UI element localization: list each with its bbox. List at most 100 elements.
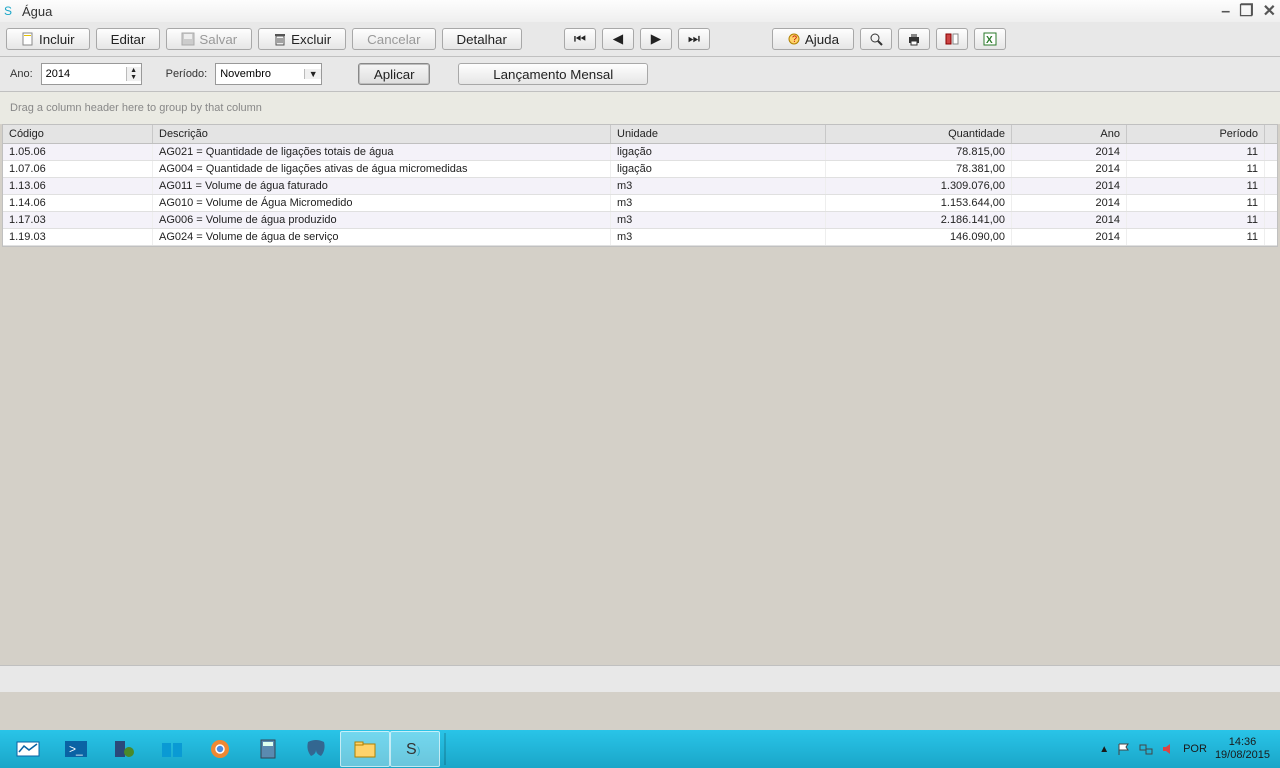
col-header-quantidade[interactable]: Quantidade [826, 125, 1012, 143]
help-icon: ? [787, 32, 801, 46]
nav-prev-button[interactable]: ◀ [602, 28, 634, 50]
tray-date: 19/08/2015 [1215, 749, 1270, 762]
svg-text:S: S [4, 4, 12, 18]
svg-text:X: X [986, 35, 993, 46]
aplicar-label: Aplicar [374, 67, 415, 82]
maximize-icon[interactable]: ❐ [1239, 3, 1253, 20]
periodo-label: Período: [166, 68, 208, 80]
taskbar-server-manager[interactable] [100, 732, 148, 766]
col-header-ano[interactable]: Ano [1012, 125, 1127, 143]
nav-next-button[interactable]: ▶ [640, 28, 672, 50]
taskbar-chrome[interactable] [196, 732, 244, 766]
step-up-icon[interactable]: ▲ [127, 67, 141, 74]
cell-periodo: 11 [1127, 229, 1265, 245]
next-icon: ▶ [651, 31, 661, 47]
ajuda-button[interactable]: ? Ajuda [772, 28, 854, 50]
cell-codigo: 1.07.06 [3, 161, 153, 177]
cell-periodo: 11 [1127, 161, 1265, 177]
dropdown-icon[interactable]: ▼ [304, 69, 321, 79]
cell-ano: 2014 [1012, 195, 1127, 211]
tray-flag-icon[interactable] [1117, 742, 1131, 756]
incluir-label: Incluir [39, 32, 75, 47]
table-row[interactable]: 1.17.03AG006 = Volume de água produzidom… [3, 212, 1277, 229]
lancamento-label: Lançamento Mensal [493, 67, 613, 82]
editar-button[interactable]: Editar [96, 28, 161, 50]
export-excel-button[interactable]: X [974, 28, 1006, 50]
periodo-input[interactable] [216, 65, 304, 83]
taskbar-powershell[interactable]: >_ [52, 732, 100, 766]
cell-ano: 2014 [1012, 144, 1127, 160]
cancelar-button[interactable]: Cancelar [352, 28, 435, 50]
detalhar-label: Detalhar [457, 32, 507, 47]
aplicar-button[interactable]: Aplicar [358, 63, 430, 85]
cell-codigo: 1.05.06 [3, 144, 153, 160]
grid-body: 1.05.06AG021 = Quantidade de ligações to… [3, 144, 1277, 246]
col-header-periodo[interactable]: Período [1127, 125, 1265, 143]
detalhar-button[interactable]: Detalhar [442, 28, 522, 50]
svg-text:>_: >_ [69, 742, 83, 756]
cell-descricao: AG011 = Volume de água faturado [153, 178, 611, 194]
tray-clock[interactable]: 14:36 19/08/2015 [1215, 736, 1270, 762]
col-header-codigo[interactable]: Código [3, 125, 153, 143]
nav-first-button[interactable]: ⏮ [564, 28, 596, 50]
table-row[interactable]: 1.13.06AG011 = Volume de água faturadom3… [3, 178, 1277, 195]
tray-network-icon[interactable] [1139, 742, 1153, 756]
close-icon[interactable]: ✕ [1263, 3, 1276, 20]
svg-text:S: S [406, 741, 417, 758]
tray-time: 14:36 [1215, 736, 1270, 749]
table-row[interactable]: 1.14.06AG010 = Volume de Água Micromedid… [3, 195, 1277, 212]
preview-button[interactable] [860, 28, 892, 50]
step-down-icon[interactable]: ▼ [127, 74, 141, 81]
lancamento-button[interactable]: Lançamento Mensal [458, 63, 648, 85]
tray-volume-icon[interactable] [1161, 742, 1175, 756]
cell-quantidade: 1.309.076,00 [826, 178, 1012, 194]
taskbar-postgres[interactable] [292, 732, 340, 766]
filter-bar: Ano: ▲▼ Período: ▼ Aplicar Lançamento Me… [0, 57, 1280, 92]
cell-unidade: m3 [611, 195, 826, 211]
taskbar-app-1[interactable] [4, 732, 52, 766]
minimize-icon[interactable]: – [1221, 3, 1230, 20]
tray-language[interactable]: POR [1183, 743, 1207, 755]
salvar-button[interactable]: Salvar [166, 28, 252, 50]
taskbar-current-app[interactable]: S) [390, 731, 440, 767]
trash-icon [273, 32, 287, 46]
table-row[interactable]: 1.07.06AG004 = Quantidade de ligações at… [3, 161, 1277, 178]
group-panel[interactable]: Drag a column header here to group by th… [0, 92, 1280, 124]
taskbar-explorer[interactable] [148, 732, 196, 766]
cell-descricao: AG006 = Volume de água produzido [153, 212, 611, 228]
incluir-button[interactable]: Incluir [6, 28, 90, 50]
magnifier-icon [869, 32, 883, 46]
cell-quantidade: 1.153.644,00 [826, 195, 1012, 211]
cell-unidade: ligação [611, 144, 826, 160]
cell-unidade: ligação [611, 161, 826, 177]
excel-icon: X [983, 32, 997, 46]
cell-periodo: 11 [1127, 144, 1265, 160]
tray-chevron-icon[interactable]: ▲ [1099, 744, 1109, 755]
prev-icon: ◀ [613, 31, 623, 47]
taskbar-divider [444, 733, 446, 765]
taskbar-folder[interactable] [340, 731, 390, 767]
nav-last-button[interactable]: ⏭ [678, 28, 710, 50]
periodo-combo[interactable]: ▼ [215, 63, 322, 85]
salvar-label: Salvar [199, 32, 237, 47]
cell-unidade: m3 [611, 178, 826, 194]
table-row[interactable]: 1.19.03AG024 = Volume de água de serviço… [3, 229, 1277, 246]
excluir-button[interactable]: Excluir [258, 28, 346, 50]
cell-descricao: AG010 = Volume de Água Micromedido [153, 195, 611, 211]
cell-periodo: 11 [1127, 195, 1265, 211]
cell-codigo: 1.17.03 [3, 212, 153, 228]
col-header-descricao[interactable]: Descrição [153, 125, 611, 143]
config-button[interactable] [936, 28, 968, 50]
ano-spinbox[interactable]: ▲▼ [41, 63, 142, 85]
cell-quantidade: 78.381,00 [826, 161, 1012, 177]
data-grid: Código Descrição Unidade Quantidade Ano … [2, 124, 1278, 247]
print-button[interactable] [898, 28, 930, 50]
editar-label: Editar [111, 32, 146, 47]
cell-quantidade: 146.090,00 [826, 229, 1012, 245]
last-icon: ⏭ [688, 31, 700, 47]
col-header-unidade[interactable]: Unidade [611, 125, 826, 143]
table-row[interactable]: 1.05.06AG021 = Quantidade de ligações to… [3, 144, 1277, 161]
ano-input[interactable] [42, 65, 126, 83]
taskbar-calculator[interactable] [244, 732, 292, 766]
cell-codigo: 1.14.06 [3, 195, 153, 211]
